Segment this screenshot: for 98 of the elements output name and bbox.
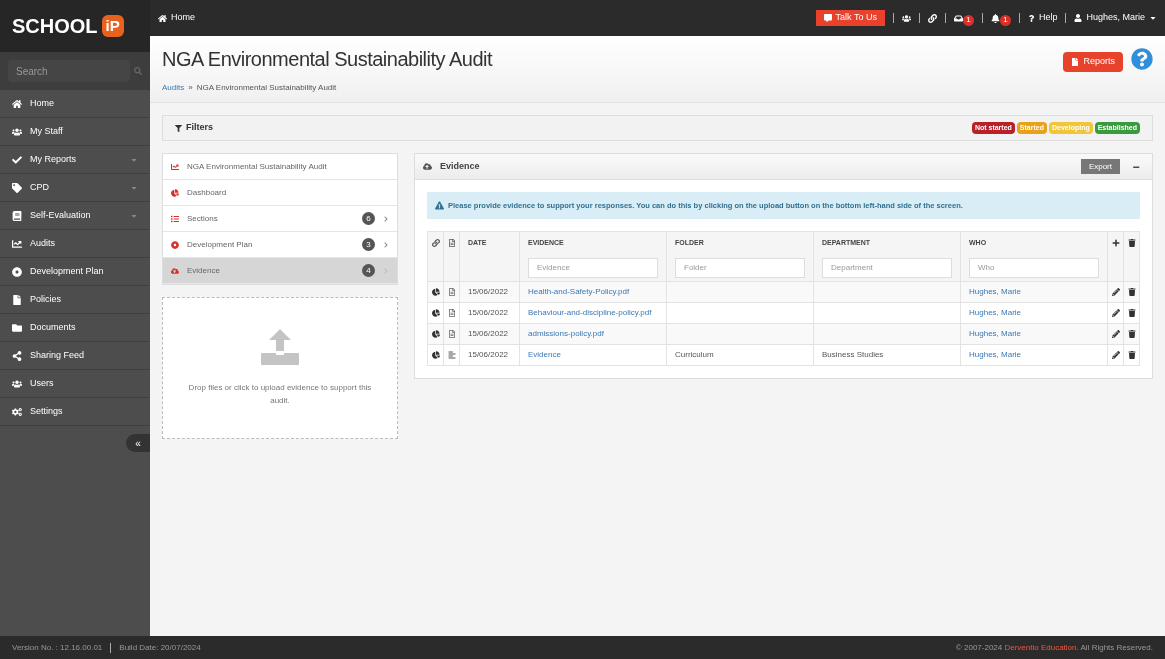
file-icon [447, 239, 456, 247]
pie-chart-icon [171, 188, 179, 197]
cloud-upload-icon [423, 162, 432, 171]
logo[interactable]: SCHOOL iP [0, 0, 150, 52]
upload-icon [261, 329, 299, 365]
upload-dropzone[interactable]: Drop files or click to upload evidence to support this audit. [162, 297, 398, 439]
tag-icon [12, 182, 22, 193]
file-icon [12, 294, 22, 305]
filters-title: Filters [186, 121, 214, 135]
warning-icon [435, 201, 444, 211]
trash-icon[interactable] [1127, 309, 1136, 318]
evidence-link[interactable]: Behaviour-and-discipline-policy.pdf [528, 308, 652, 318]
edit-icon[interactable] [1111, 288, 1120, 297]
chevron-icon [383, 215, 389, 222]
file-icon [447, 288, 456, 297]
breadcrumb-separator: » [188, 82, 193, 94]
user-link[interactable]: Hughes, Marie [969, 350, 1022, 360]
panel-title: Evidence [440, 159, 481, 173]
page-title: NGA Environmental Sustainability Audit [162, 47, 494, 72]
users-icon [12, 378, 22, 389]
edit-icon[interactable] [1111, 351, 1120, 360]
list-icon [171, 214, 179, 223]
export-button[interactable]: Export [1080, 159, 1120, 174]
column-filter-field[interactable]: Who [969, 257, 1099, 278]
users-icon [12, 126, 22, 137]
edit-icon[interactable] [1111, 330, 1120, 339]
add-icon[interactable] [1111, 239, 1120, 247]
collapse-sidebar-button[interactable]: « [126, 434, 150, 452]
check-icon [12, 154, 22, 165]
home-icon [158, 13, 167, 23]
target-icon [12, 266, 22, 277]
pie-chart-icon[interactable] [431, 309, 440, 318]
home-icon [12, 98, 22, 109]
file-icon [1071, 58, 1080, 66]
trash-icon[interactable] [1127, 351, 1136, 360]
chevron-icon [383, 267, 389, 274]
notification-badge: 1 [999, 14, 1011, 26]
department-cell: Business Studies [813, 344, 961, 366]
date-cell: 15/06/2022 [459, 344, 520, 366]
users-icon[interactable] [901, 13, 911, 23]
user-link[interactable]: Hughes, Marie [969, 329, 1022, 339]
line-chart-icon [171, 162, 179, 171]
nav-item[interactable]: Evidence 4 [163, 258, 397, 284]
user-icon [1074, 14, 1083, 22]
home-link[interactable]: Home [158, 11, 808, 25]
help-icon[interactable] [1131, 48, 1153, 70]
line-chart-icon [12, 238, 22, 249]
folder-cell: Curriculum [666, 344, 814, 366]
trash-icon[interactable] [1127, 330, 1136, 339]
bell-icon[interactable] [990, 13, 1000, 23]
pie-chart-icon[interactable] [431, 351, 440, 360]
search-field[interactable]: Search [8, 60, 130, 82]
caret-icon [1149, 14, 1157, 22]
collapse-button[interactable]: − [1128, 157, 1144, 176]
user-link[interactable]: Hughes, Marie [969, 308, 1022, 318]
breadcrumb-current: NGA Environmental Sustainability Audit [196, 82, 337, 94]
count-badge: 4 [362, 264, 375, 277]
trash-icon[interactable] [1127, 239, 1136, 247]
chat-icon [823, 14, 832, 22]
target-icon [171, 240, 179, 249]
folder-icon [12, 322, 22, 333]
pie-chart-icon[interactable] [431, 330, 440, 339]
reports-button[interactable]: Reports [1063, 52, 1123, 72]
upload-instructions: Drop files or click to upload evidence to support this audit. [187, 382, 373, 407]
count-badge: 3 [362, 238, 375, 251]
book-icon [12, 210, 22, 221]
chevron-icon [383, 241, 389, 248]
user-menu[interactable]: Hughes, Marie [1074, 11, 1157, 25]
help-link[interactable]: Help [1027, 11, 1058, 25]
edit-icon[interactable] [1111, 309, 1120, 318]
copyright-text: © 2007-2024 Derventio Education. All Rights Reserved. [955, 641, 1153, 654]
text-lines-icon [447, 351, 456, 360]
user-link[interactable]: Hughes, Marie [969, 287, 1022, 297]
build-date-text: Build Date: 20/07/2024 [119, 641, 202, 654]
evidence-link[interactable]: admissions-policy.pdf [528, 329, 604, 339]
evidence-link[interactable]: Health-and-Safety-Policy.pdf [528, 287, 630, 297]
evidence-link[interactable]: Evidence [528, 350, 561, 360]
trash-icon[interactable] [1127, 288, 1136, 297]
count-badge: 6 [362, 212, 375, 225]
notification-badge: 1 [962, 14, 974, 26]
version-text: Version No. : 12.16.00.01 [12, 641, 103, 654]
talk-to-us-button[interactable]: Talk To Us [815, 10, 885, 26]
gears-icon [12, 406, 22, 417]
pie-chart-icon[interactable] [431, 288, 440, 297]
breadcrumb-link[interactable]: Audits [162, 82, 185, 94]
link-icon[interactable] [927, 13, 937, 23]
filter-icon [175, 124, 182, 132]
file-icon [447, 330, 456, 339]
cloud-upload-icon [171, 266, 179, 275]
file-icon [447, 309, 456, 318]
link-icon [431, 239, 440, 247]
share-icon [12, 350, 22, 361]
column-filter-field[interactable]: Folder [675, 257, 805, 278]
inbox-icon[interactable] [953, 13, 963, 23]
company-link[interactable]: Derventio Education [1004, 642, 1077, 652]
column-filter-field[interactable]: Evidence [528, 257, 658, 278]
question-icon [1027, 14, 1035, 22]
column-filter-field[interactable]: Department [822, 257, 952, 278]
